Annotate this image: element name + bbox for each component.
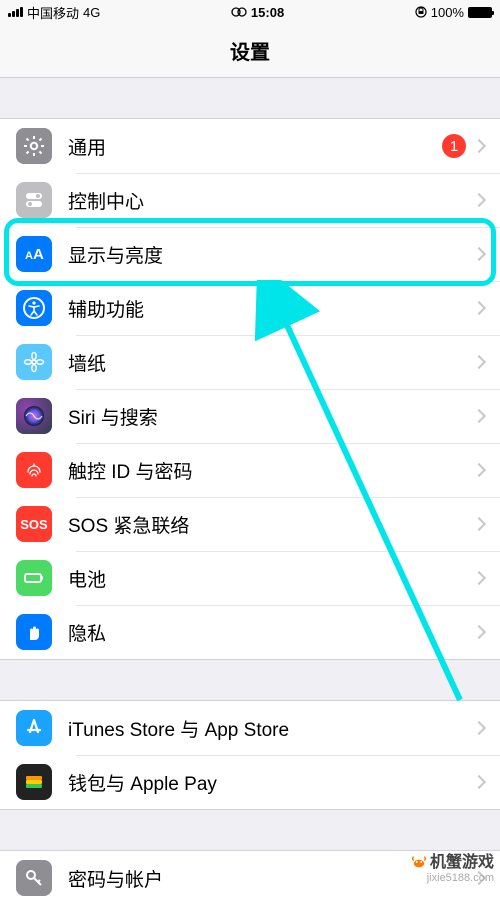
settings-item-label: 钱包与 Apple Pay <box>68 769 474 796</box>
gear-icon <box>16 128 52 164</box>
chevron-right-icon <box>472 517 486 531</box>
settings-item-wallet[interactable]: 钱包与 Apple Pay <box>0 755 500 809</box>
watermark-brand: 机蟹游戏 <box>430 853 494 872</box>
settings-item-label: iTunes Store 与 App Store <box>68 715 474 742</box>
orientation-lock-icon <box>415 6 427 18</box>
notification-badge: 1 <box>442 134 466 158</box>
settings-item-label: 通用 <box>68 133 442 160</box>
settings-item-accessibility[interactable]: 辅助功能 <box>0 281 500 335</box>
settings-item-label: 触控 ID 与密码 <box>68 457 474 484</box>
settings-item-label: 墙纸 <box>68 349 474 376</box>
fingerprint-icon <box>16 452 52 488</box>
nav-bar: 设置 <box>0 24 500 78</box>
settings-item-general[interactable]: 通用 1 <box>0 119 500 173</box>
settings-item-itunes[interactable]: iTunes Store 与 App Store <box>0 701 500 755</box>
settings-item-privacy[interactable]: 隐私 <box>0 605 500 659</box>
time-label: 15:08 <box>251 5 284 20</box>
settings-item-label: 电池 <box>68 565 474 592</box>
crab-icon <box>410 853 428 871</box>
settings-item-control-center[interactable]: 控制中心 <box>0 173 500 227</box>
svg-text:A: A <box>25 250 33 262</box>
wallet-icon <box>16 764 52 800</box>
settings-item-label: SOS 紧急联络 <box>68 511 474 538</box>
chevron-right-icon <box>472 193 486 207</box>
signal-icon <box>8 7 23 17</box>
battery-pct-label: 100% <box>431 5 464 20</box>
flower-icon <box>16 344 52 380</box>
settings-item-sos[interactable]: SOS SOS 紧急联络 <box>0 497 500 551</box>
chevron-right-icon <box>472 301 486 315</box>
chevron-right-icon <box>472 355 486 369</box>
settings-item-label: 显示与亮度 <box>68 241 474 268</box>
status-center: 15:08 <box>231 5 284 20</box>
chevron-right-icon <box>472 247 486 261</box>
settings-item-label: 控制中心 <box>68 187 474 214</box>
settings-item-display[interactable]: AA 显示与亮度 <box>0 227 500 281</box>
accessibility-icon <box>16 290 52 326</box>
chevron-right-icon <box>472 463 486 477</box>
sos-icon: SOS <box>16 506 52 542</box>
battery-icon <box>468 7 492 18</box>
carrier-label: 中国移动 <box>27 3 79 22</box>
page-title: 设置 <box>230 36 270 65</box>
settings-item-touchid[interactable]: 触控 ID 与密码 <box>0 443 500 497</box>
settings-group-1: 通用 1 控制中心 AA 显示与亮度 辅助功能 墙纸 Siri <box>0 118 500 660</box>
siri-icon <box>16 398 52 434</box>
chevron-right-icon <box>472 409 486 423</box>
hand-icon <box>16 614 52 650</box>
settings-item-label: 辅助功能 <box>68 295 474 322</box>
network-label: 4G <box>83 5 100 20</box>
settings-item-label: Siri 与搜索 <box>68 403 474 430</box>
chevron-right-icon <box>472 775 486 789</box>
settings-item-siri[interactable]: Siri 与搜索 <box>0 389 500 443</box>
appstore-icon <box>16 710 52 746</box>
battery-icon <box>16 560 52 596</box>
chevron-right-icon <box>472 139 486 153</box>
settings-item-label: 隐私 <box>68 619 474 646</box>
status-bar: 中国移动 4G 15:08 100% <box>0 0 500 24</box>
watermark-url: jixie5188.com <box>410 872 494 885</box>
watermark: 机蟹游戏 jixie5188.com <box>410 853 494 885</box>
key-icon <box>16 860 52 896</box>
svg-text:A: A <box>33 246 44 263</box>
switch-icon <box>16 182 52 218</box>
hotspot-icon <box>231 7 247 17</box>
chevron-right-icon <box>472 721 486 735</box>
settings-item-battery[interactable]: 电池 <box>0 551 500 605</box>
settings-item-wallpaper[interactable]: 墙纸 <box>0 335 500 389</box>
status-right: 100% <box>415 5 492 20</box>
status-left: 中国移动 4G <box>8 3 100 22</box>
text-size-icon: AA <box>16 236 52 272</box>
chevron-right-icon <box>472 625 486 639</box>
chevron-right-icon <box>472 571 486 585</box>
settings-group-2: iTunes Store 与 App Store 钱包与 Apple Pay <box>0 700 500 810</box>
